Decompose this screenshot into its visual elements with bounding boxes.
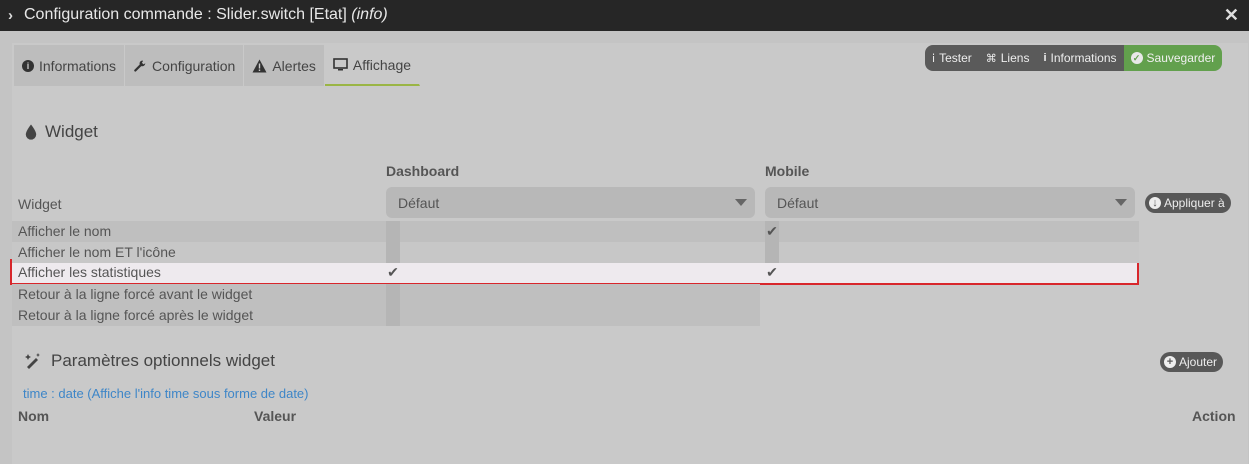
chevron-down-icon [735, 199, 747, 206]
tester-button[interactable]: ⅰ Tester [925, 45, 979, 71]
dashboard-checkbox[interactable]: ✔ [386, 242, 400, 263]
tab-label: Informations [39, 57, 117, 74]
tint-icon [25, 124, 37, 140]
rss-icon: ⅰ [932, 52, 936, 65]
mobile-checkbox[interactable]: ✔ [765, 221, 779, 242]
tab-alertes[interactable]: Alertes [244, 45, 325, 86]
section-title-text: Widget [45, 122, 98, 141]
informations-label: Informations [1050, 51, 1117, 65]
option-row: Afficher le nom ET l'icône ✔ ✔ [12, 242, 1139, 263]
option-row: Retour à la ligne forcé après le widget … [12, 305, 760, 326]
info-circle-icon: i [22, 59, 34, 72]
tab-label: Configuration [152, 57, 236, 74]
dashboard-checkbox[interactable]: ✔ [386, 305, 400, 326]
liens-label: Liens [1000, 51, 1030, 65]
option-label: Retour à la ligne forcé avant le widget [18, 286, 253, 302]
window-title: Configuration commande : Slider.switch [… [24, 6, 388, 24]
mobile-select-value: Défaut [777, 195, 819, 211]
informations-button[interactable]: i Informations [1036, 45, 1124, 71]
option-label: Afficher le nom [18, 223, 112, 239]
dashboard-column-header: Dashboard [386, 163, 460, 179]
apply-to-label: Appliquer à [1164, 196, 1225, 210]
window-title-text: Configuration commande : Slider.switch [… [24, 6, 347, 23]
column-header-nom: Nom [18, 408, 50, 424]
add-param-label: Ajouter [1179, 355, 1218, 369]
wrench-icon [134, 60, 146, 72]
params-section-title: Paramètres optionnels widget [25, 351, 275, 371]
option-label: Afficher les statistiques [18, 264, 161, 280]
column-header-valeur: Valeur [254, 408, 297, 424]
dashboard-checkbox[interactable]: ✔ [386, 284, 400, 305]
mobile-column-header: Mobile [765, 163, 810, 179]
tab-affichage[interactable]: Affichage [324, 45, 421, 86]
option-row: Retour à la ligne forcé avant le widget … [12, 284, 760, 305]
monitor-icon [333, 57, 348, 70]
tab-label: Alertes [272, 57, 316, 74]
row-background [12, 242, 1139, 263]
mobile-widget-select[interactable]: Défaut [765, 187, 1135, 218]
close-icon[interactable]: ✕ [1224, 5, 1239, 26]
column-header-action: Action [1192, 408, 1236, 424]
apply-to-button[interactable]: ↓ Appliquer à [1145, 193, 1231, 213]
tab-label: Affichage [352, 56, 412, 73]
tester-label: Tester [939, 51, 972, 65]
add-param-button[interactable]: + Ajouter [1160, 352, 1224, 372]
mobile-checkbox[interactable]: ✔ [765, 262, 779, 283]
row-background [12, 221, 1139, 242]
dashboard-checkbox[interactable]: ✔ [386, 221, 400, 242]
window-title-italic: (info) [351, 6, 388, 23]
liens-button[interactable]: ⌘ Liens [978, 45, 1037, 71]
option-row: Afficher le nom ✔ ✔ [12, 221, 1139, 242]
window-titlebar: › Configuration commande : Slider.switch… [0, 0, 1249, 31]
tab-bar: i Informations Configuration Alertes Aff… [14, 45, 421, 86]
sauvegarder-label: Sauvegarder [1146, 51, 1216, 65]
mobile-checkbox[interactable]: ✔ [765, 242, 779, 263]
dashboard-widget-select[interactable]: Défaut [386, 187, 755, 218]
chevron-right-icon: › [8, 7, 13, 24]
chevron-down-icon [1115, 199, 1127, 206]
warning-icon [252, 59, 267, 72]
magic-icon [25, 353, 40, 369]
dashboard-checkbox[interactable]: ✔ [386, 262, 400, 283]
option-label: Afficher le nom ET l'icône [18, 244, 176, 260]
widget-section-title: Widget [25, 122, 98, 142]
param-hint: time : date (Affiche l'info time sous fo… [23, 386, 309, 401]
option-label: Retour à la ligne forcé après le widget [18, 307, 254, 323]
tab-configuration[interactable]: Configuration [125, 45, 245, 86]
section-title-text: Paramètres optionnels widget [51, 351, 275, 370]
tab-informations[interactable]: i Informations [14, 45, 126, 86]
info-icon: i [1043, 52, 1047, 64]
widget-row-label: Widget [18, 196, 62, 212]
dashboard-select-value: Défaut [398, 195, 440, 211]
action-button-group: ⅰ Tester ⌘ Liens i Informations ✓ Sauveg… [925, 45, 1223, 71]
arrow-down-circle-icon: ↓ [1149, 197, 1161, 209]
option-row-highlighted: Afficher les statistiques ✔ ✔ [12, 262, 1139, 283]
sauvegarder-button[interactable]: ✓ Sauvegarder [1123, 45, 1223, 71]
check-circle-icon: ✓ [1130, 52, 1143, 64]
plus-circle-icon: + [1164, 356, 1176, 368]
link-icon: ⌘ [985, 52, 997, 65]
